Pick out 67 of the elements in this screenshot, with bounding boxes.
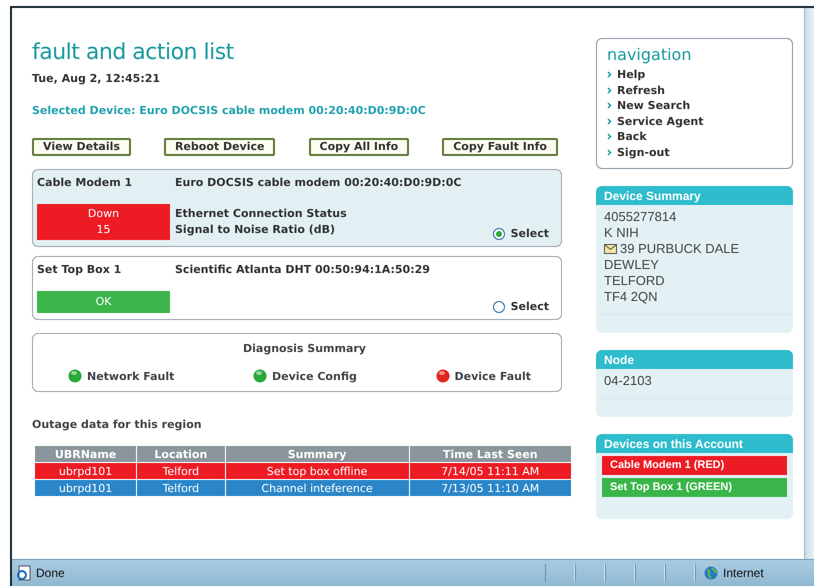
panel-title: Device Summary xyxy=(596,186,793,205)
metric-label: Signal to Noise Ratio (dB) xyxy=(175,222,336,238)
status-pane xyxy=(545,564,575,582)
selected-device-label: Selected Device: Euro DOCSIS cable modem 00:20:40:D0:9D:0C xyxy=(32,104,427,117)
device-name: Set Top Box 1 xyxy=(37,263,122,278)
chevron-icon xyxy=(607,148,612,156)
summary-line: TELFORD xyxy=(604,273,666,289)
diagnosis-label: Device Config xyxy=(272,370,357,383)
diagnosis-label: Network Fault xyxy=(87,370,174,383)
summary-line: TF4 2QN xyxy=(604,289,658,305)
nav-link[interactable]: Help xyxy=(607,67,782,82)
account-device-item[interactable]: Cable Modem 1 (RED) xyxy=(602,456,787,475)
column-header: Summary xyxy=(225,446,410,462)
panel-title: Node xyxy=(596,350,793,369)
summary-line: 4055277814 xyxy=(604,209,678,225)
column-header: UBRName xyxy=(34,446,137,462)
chevron-icon xyxy=(607,102,612,110)
status-text: Done xyxy=(36,566,65,580)
page-title: fault and action list xyxy=(32,40,235,66)
nav-link[interactable]: Service Agent xyxy=(607,114,782,129)
globe-icon xyxy=(704,566,718,580)
node-value: 04-2103 xyxy=(604,373,653,389)
device-description: Euro DOCSIS cable modem 00:20:40:D0:9D:0C xyxy=(175,176,462,191)
summary-line: K NIH xyxy=(604,225,640,241)
page-icon xyxy=(16,565,32,581)
select-radio[interactable] xyxy=(492,301,505,313)
diagnosis-title: Diagnosis Summary xyxy=(242,342,366,355)
status-pane xyxy=(635,564,665,582)
action-button[interactable]: View Details xyxy=(32,138,131,156)
select-label: Select xyxy=(510,300,549,313)
select-label: Select xyxy=(510,227,549,240)
status-text: 15 xyxy=(96,222,110,238)
column-header: Time Last Seen xyxy=(409,446,572,462)
device-description: Scientific Atlanta DHT 00:50:94:1A:50:29 xyxy=(175,263,431,278)
action-button[interactable]: Copy All Info xyxy=(308,138,410,156)
chevron-icon xyxy=(607,118,612,125)
section-title: Outage data for this region xyxy=(32,418,203,431)
table-cell: Telford xyxy=(136,480,226,496)
diagnosis-label: Device Fault xyxy=(454,370,531,383)
chevron-icon xyxy=(607,133,612,140)
status-text: Down xyxy=(88,206,120,222)
table-cell: ubrpd101 xyxy=(34,480,137,496)
summary-line: DEWLEY xyxy=(604,257,660,273)
nav-link[interactable]: New Search xyxy=(607,98,782,114)
status-text: OK xyxy=(96,294,112,310)
action-button[interactable]: Reboot Device xyxy=(164,138,276,156)
status-pane xyxy=(665,564,695,582)
nav-link[interactable]: Sign-out xyxy=(607,144,782,160)
device-name: Cable Modem 1 xyxy=(37,176,134,191)
chevron-icon xyxy=(607,86,612,94)
nav-link[interactable]: Refresh xyxy=(607,82,782,98)
status-pane xyxy=(605,564,635,582)
panel-title: navigation xyxy=(607,45,692,64)
date-time: Tue, Aug 2, 12:45:21 xyxy=(32,72,162,85)
table-cell: Channel inteference xyxy=(225,480,410,496)
column-header: Location xyxy=(136,446,226,462)
action-button[interactable]: Copy Fault Info xyxy=(442,138,558,156)
table-cell: 7/13/05 11:10 AM xyxy=(409,480,572,496)
select-radio[interactable] xyxy=(492,228,505,240)
zone-text: Internet xyxy=(723,566,764,580)
nav-link[interactable]: Back xyxy=(607,129,782,144)
metric-label: Ethernet Connection Status xyxy=(175,206,348,222)
status-pane xyxy=(575,564,605,582)
envelope-icon xyxy=(604,244,617,254)
summary-line: 39 PURBUCK DALE xyxy=(604,241,785,257)
panel-title: Devices on this Account xyxy=(596,434,793,453)
chevron-icon xyxy=(607,71,612,78)
